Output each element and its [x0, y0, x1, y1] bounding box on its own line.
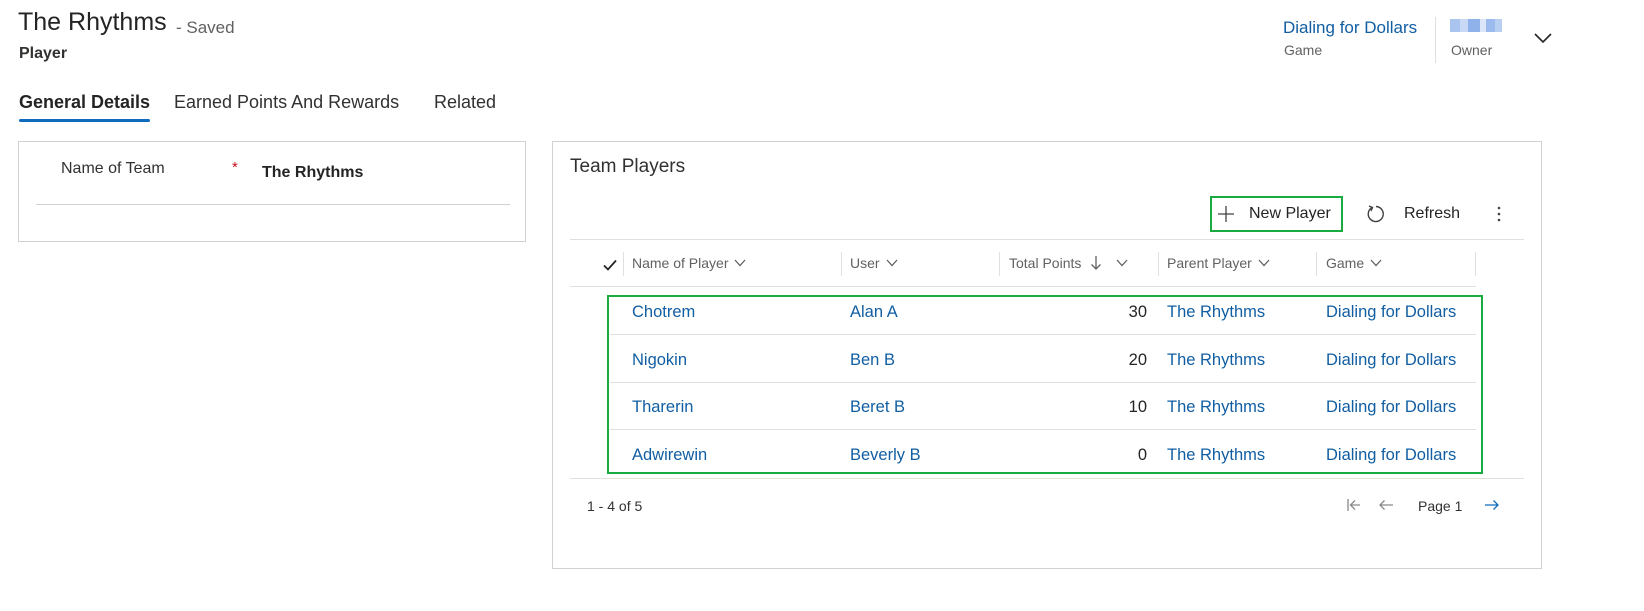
- header-divider: [570, 286, 1476, 287]
- column-label: Name of Player: [632, 255, 729, 271]
- column-divider: [1316, 252, 1317, 276]
- column-header-user[interactable]: User: [850, 255, 898, 271]
- column-header-name-of-player[interactable]: Name of Player: [632, 255, 746, 271]
- new-player-button[interactable]: New Player: [1210, 196, 1343, 232]
- entity-name: Player: [19, 45, 68, 62]
- sort-down-arrow-icon: [1091, 256, 1102, 270]
- tab-earned-points-and-rewards[interactable]: Earned Points And Rewards: [174, 92, 399, 113]
- column-divider: [841, 252, 842, 276]
- refresh-icon: [1367, 205, 1384, 223]
- chevron-down-icon: [735, 259, 746, 267]
- previous-page-icon[interactable]: [1377, 496, 1395, 514]
- chevron-down-icon: [1258, 259, 1270, 267]
- more-vertical-icon: [1497, 206, 1501, 222]
- header-owner-label: Owner: [1451, 42, 1493, 58]
- required-marker: *: [232, 159, 238, 176]
- record-title: The Rhythms: [18, 8, 167, 36]
- chevron-down-icon: [886, 259, 898, 267]
- header-game-link[interactable]: Dialing for Dollars: [1283, 18, 1417, 38]
- chevron-down-icon: [1370, 259, 1382, 267]
- header-separator: [1435, 17, 1436, 63]
- column-header-parent-player[interactable]: Parent Player: [1167, 255, 1270, 271]
- active-tab-indicator: [19, 119, 150, 122]
- owner-avatar-redacted[interactable]: [1450, 19, 1508, 34]
- general-section-card: [18, 141, 526, 242]
- field-divider: [36, 204, 510, 205]
- rows-highlight-box: [607, 295, 1483, 474]
- grid-top-divider: [570, 239, 1524, 240]
- chevron-down-icon: [1116, 259, 1128, 267]
- column-header-game[interactable]: Game: [1326, 255, 1382, 271]
- chevron-down-icon[interactable]: [1533, 28, 1553, 48]
- plus-icon: [1218, 206, 1234, 222]
- new-player-label: New Player: [1249, 205, 1331, 222]
- tab-general-details[interactable]: General Details: [19, 92, 150, 113]
- column-divider: [1158, 252, 1159, 276]
- column-label: Game: [1326, 255, 1365, 271]
- first-page-icon[interactable]: [1345, 496, 1363, 514]
- page-indicator: Page 1: [1418, 498, 1463, 514]
- team-name-label: Name of Team: [61, 160, 165, 177]
- checkmark-icon[interactable]: [602, 257, 618, 273]
- column-label: Total Points: [1009, 255, 1082, 271]
- subgrid-title: Team Players: [570, 156, 686, 177]
- save-status: - Saved: [176, 18, 235, 37]
- column-divider: [999, 252, 1000, 276]
- more-commands-button[interactable]: [1490, 196, 1508, 232]
- team-name-field[interactable]: The Rhythms: [262, 164, 363, 182]
- next-page-icon[interactable]: [1483, 496, 1501, 514]
- column-label: Parent Player: [1167, 255, 1252, 271]
- tab-related[interactable]: Related: [434, 92, 496, 113]
- refresh-label: Refresh: [1404, 205, 1461, 222]
- column-header-total-points[interactable]: Total Points: [1009, 255, 1128, 271]
- column-divider: [623, 252, 624, 276]
- column-divider: [1475, 252, 1476, 276]
- column-label: User: [850, 255, 880, 271]
- grid-bottom-divider: [570, 478, 1524, 479]
- refresh-button[interactable]: Refresh: [1366, 196, 1460, 232]
- record-count-status: 1 - 4 of 5: [587, 498, 643, 514]
- header-game-label: Game: [1284, 42, 1323, 58]
